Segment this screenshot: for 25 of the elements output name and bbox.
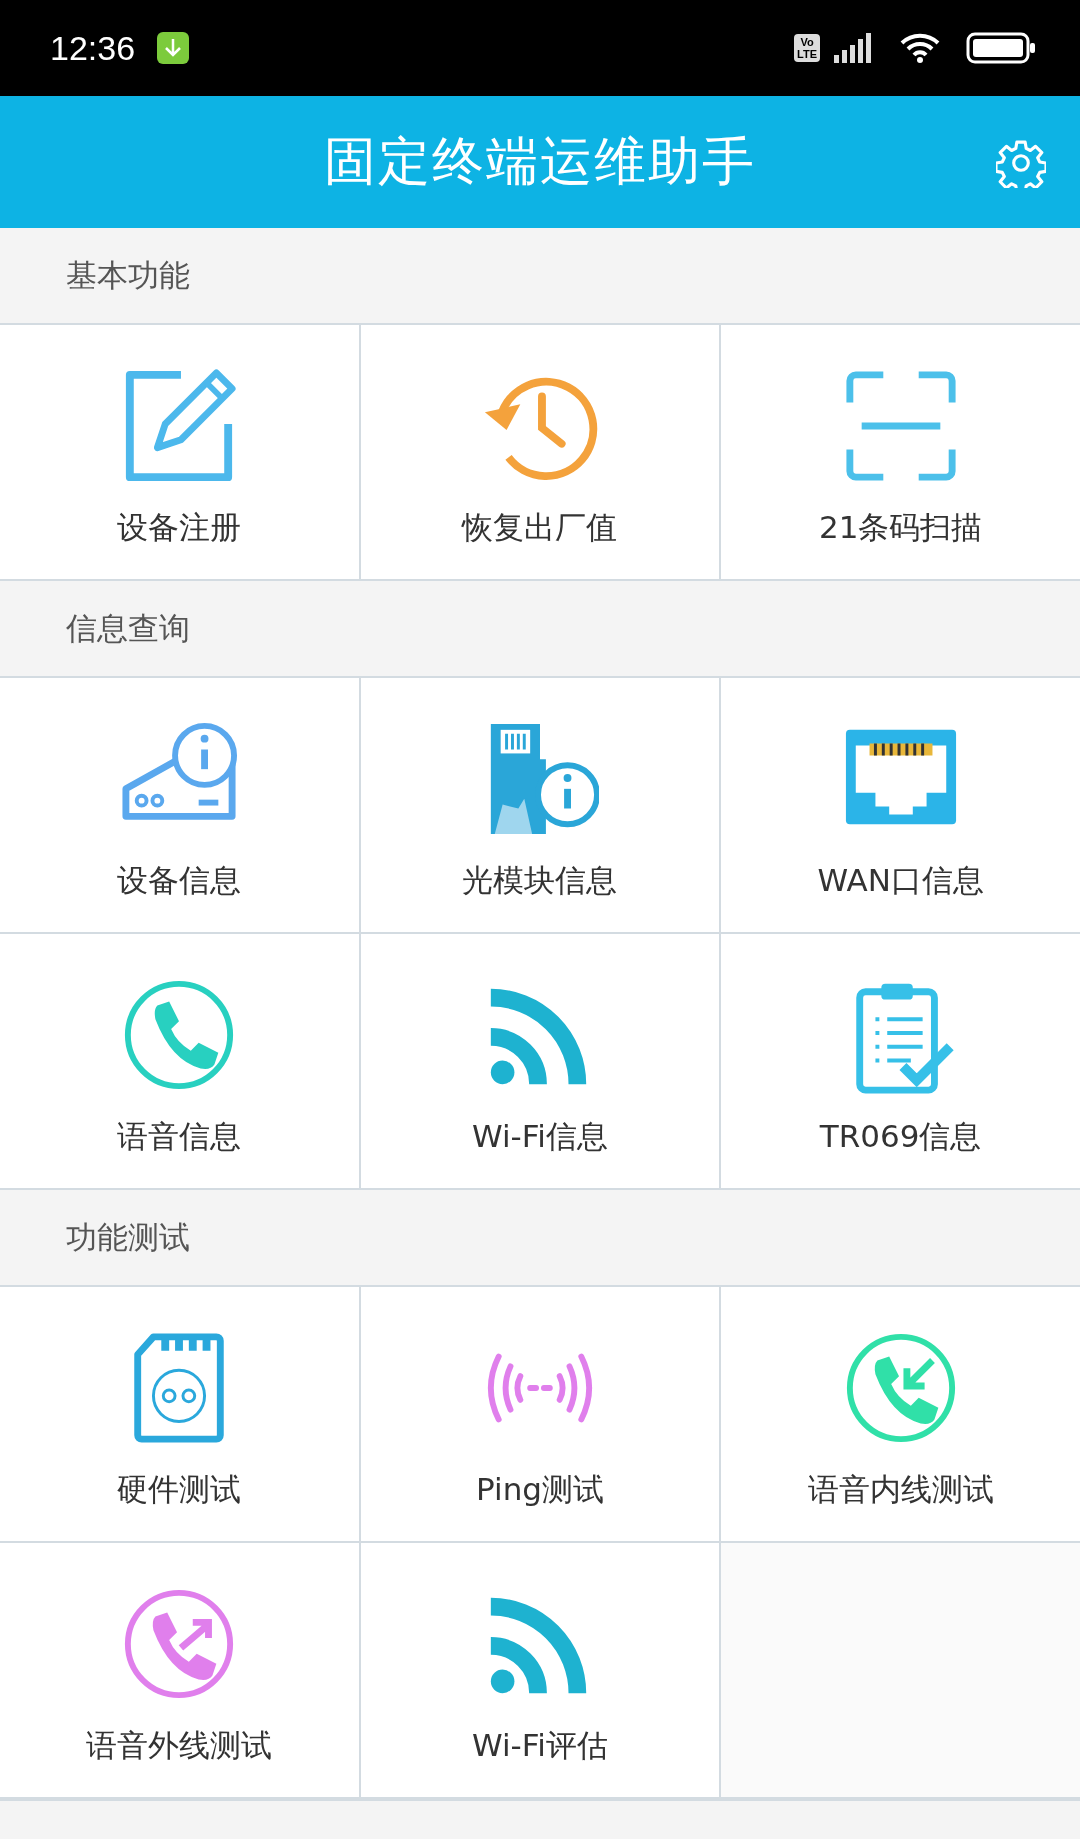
wifi-icon <box>900 33 940 63</box>
feature-tile[interactable]: 恢复出厂值 <box>360 325 720 579</box>
battery-icon <box>966 32 1036 64</box>
feature-tile[interactable]: Wi-Fi信息 <box>360 934 720 1188</box>
feature-tile[interactable]: 设备信息 <box>0 678 359 932</box>
section-title: 基本功能 <box>66 255 190 295</box>
status-time: 12:36 <box>50 28 136 68</box>
signal-icon <box>834 33 874 63</box>
feature-tile[interactable]: 语音外线测试 <box>0 1543 359 1797</box>
feature-tile[interactable]: 设备注册 <box>0 325 359 579</box>
feature-tile[interactable]: 硬件测试 <box>0 1287 359 1541</box>
feature-tile[interactable]: WAN口信息 <box>721 678 1080 932</box>
feature-tile[interactable]: TR069信息 <box>721 934 1080 1188</box>
section-title: 信息查询 <box>66 608 190 648</box>
feature-tile[interactable]: 光模块信息 <box>360 678 720 932</box>
app-title: 固定终端运维助手 <box>324 130 756 193</box>
feature-tile[interactable]: Wi-Fi评估 <box>360 1543 720 1797</box>
feature-tile[interactable]: 语音内线测试 <box>721 1287 1080 1541</box>
volte-badge: Vo LTE <box>794 34 820 62</box>
feature-tile[interactable]: Ping测试 <box>360 1287 720 1541</box>
download-icon <box>157 32 190 64</box>
feature-tile[interactable]: 语音信息 <box>0 934 359 1188</box>
settings-icon[interactable] <box>996 138 1046 188</box>
section-title: 功能测试 <box>66 1217 190 1257</box>
feature-tile[interactable]: 21条码扫描 <box>721 325 1080 579</box>
